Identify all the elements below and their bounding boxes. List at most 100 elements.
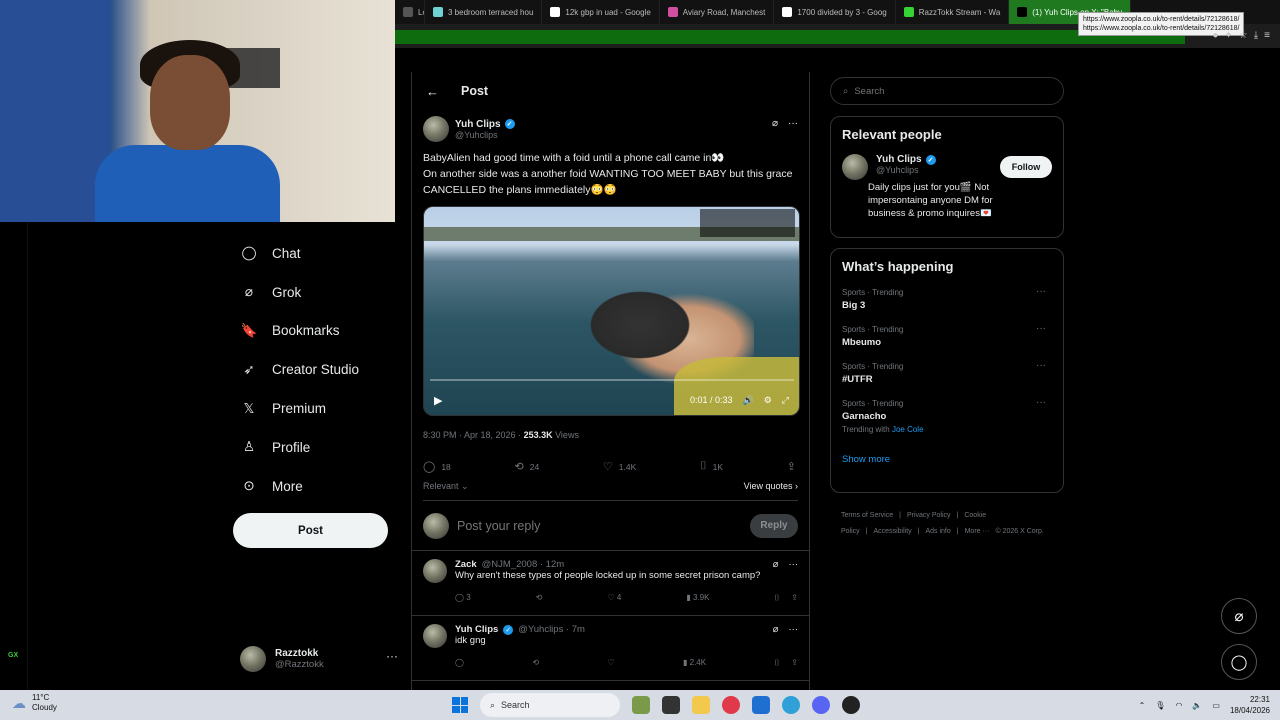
more-dots-icon[interactable]: ··· — [1036, 397, 1046, 408]
clock[interactable]: 22:31 18/04/2026 — [1230, 694, 1270, 716]
follow-button[interactable]: Follow — [1000, 156, 1052, 178]
nav-item-premium[interactable]: 𝕏 Premium — [240, 389, 359, 428]
footer-link[interactable]: Accessibility — [874, 528, 912, 535]
edge-icon[interactable] — [782, 696, 800, 714]
person-name-text[interactable]: Yuh Clips — [876, 154, 922, 165]
puzzle-icon[interactable]: ✦ — [1224, 30, 1232, 41]
author-avatar[interactable] — [423, 116, 449, 142]
share-icon[interactable]: ⇪ — [791, 658, 798, 668]
author-handle[interactable]: @Yuhclips — [455, 130, 515, 140]
nav-item-grok[interactable]: ⌀ Grok — [240, 273, 359, 312]
weather-widget[interactable]: ☁ 11°C Cloudy — [12, 693, 57, 713]
reply-author-handle[interactable]: @Yuhclips · 7m — [518, 624, 585, 635]
trend-item[interactable]: Sports · Trending #UTFR ··· — [842, 360, 1052, 385]
browser-tab[interactable]: 1700 divided by 3 - Goog — [774, 0, 896, 24]
reply-author-name[interactable]: Yuh Clips — [455, 624, 498, 635]
views-action[interactable]: ▮ 3.9K — [686, 593, 709, 603]
nav-item-more[interactable]: ⊙ More — [240, 467, 359, 506]
opera-icon[interactable] — [722, 696, 740, 714]
search-input[interactable] — [854, 85, 1035, 97]
bookmark-star-icon[interactable]: ☆ — [1239, 30, 1248, 41]
bookmark-icon[interactable]: ⌷ — [774, 658, 779, 668]
nav-item-chat[interactable]: ◯ Chat — [240, 234, 359, 273]
repost-action[interactable]: ⟲ — [536, 593, 543, 603]
relevant-person[interactable]: Yuh Clips ✓ @Yuhclips Daily clips just fo… — [842, 154, 1052, 220]
reply-action[interactable]: ◯ — [455, 658, 464, 668]
nav-item-bookmarks[interactable]: 🔖 Bookmarks — [240, 312, 359, 351]
grok-icon[interactable]: ⌀ — [773, 559, 779, 570]
file-explorer-icon[interactable] — [692, 696, 710, 714]
browser-tab[interactable]: 3 bedroom terraced hou — [425, 0, 543, 24]
video-player[interactable]: ▶ 0:01 / 0:33 🔊 ⚙ ⤢ — [423, 206, 800, 416]
tweet-timestamp[interactable]: 8:30 PM · Apr 18, 2026 · — [423, 430, 524, 440]
footer-link[interactable]: Terms of Service — [841, 512, 893, 519]
reply-author-handle[interactable]: @NJM_2008 · 12m — [482, 559, 565, 570]
footer-link[interactable]: Ads info — [925, 528, 950, 535]
more-dots-icon[interactable]: ··· — [788, 118, 798, 129]
nav-item-profile[interactable]: ♙ Profile — [240, 428, 359, 467]
reply-item[interactable]: Yuh Clips ✓ @Yuhclips · 7m ⌀ ··· idk gng ◯ ⟲ ♡… — [412, 616, 809, 681]
footer-link[interactable]: © 2026 X Corp. — [995, 528, 1043, 535]
reply-item[interactable]: Zack @NJM_2008 · 12m ⌀ ··· Why aren't these … — [412, 551, 809, 616]
reply-avatar[interactable] — [423, 559, 447, 583]
volume-icon[interactable]: 🔊 — [743, 395, 754, 406]
author-name[interactable]: Yuh Clips ✓ — [455, 119, 515, 130]
widgets-icon[interactable] — [632, 696, 650, 714]
task-view-icon[interactable] — [662, 696, 680, 714]
browser-tab[interactable]: 12k gbp in uad - Google — [542, 0, 660, 24]
browser-tab[interactable]: Aviary Road, Manchest — [660, 0, 775, 24]
download-icon[interactable]: ⤓ — [1254, 30, 1258, 41]
reply-input[interactable] — [457, 518, 742, 533]
settings-gear-icon[interactable]: ⚙ — [764, 395, 772, 406]
browser-tab[interactable]: Lo — [395, 0, 425, 24]
fullscreen-icon[interactable]: ⤢ — [782, 395, 789, 406]
like-action[interactable]: ♡ — [607, 658, 614, 668]
more-dots-icon[interactable]: ··· — [789, 559, 799, 570]
person-avatar[interactable] — [842, 154, 868, 180]
author-name-text[interactable]: Yuh Clips — [455, 119, 501, 130]
search-box[interactable]: ⌕ — [830, 77, 1064, 105]
microphone-icon[interactable]: 🎙 — [1155, 701, 1165, 710]
view-quotes-link[interactable]: View quotes › — [744, 481, 798, 492]
sort-dropdown[interactable]: Relevant ⌄ — [423, 481, 469, 492]
menu-icon[interactable]: ≡ — [1264, 30, 1270, 41]
reply-button[interactable]: Reply — [750, 513, 798, 538]
share-icon[interactable]: ⇪ — [791, 593, 798, 603]
reply-action[interactable]: ◯ 3 — [455, 593, 471, 603]
bookmark-icon[interactable]: ⌷ — [774, 593, 779, 603]
show-more-link[interactable]: Show more — [842, 454, 1052, 465]
trend-item[interactable]: Sports · Trending Garnacho Trending with J… — [842, 397, 1052, 434]
windows-start-icon[interactable] — [452, 697, 468, 713]
bookmark-action[interactable]: ⌷ 1K — [700, 460, 723, 473]
opera-gx-icon[interactable] — [842, 696, 860, 714]
reply-action[interactable]: ◯ 18 — [423, 460, 451, 473]
like-action[interactable]: ♡ 4 — [607, 593, 621, 603]
messages-fab-icon[interactable]: ◯ — [1221, 644, 1257, 680]
like-action[interactable]: ♡ 1.4K — [603, 460, 636, 473]
more-dots-icon[interactable]: ··· — [386, 649, 398, 663]
play-icon[interactable]: ▶ — [434, 394, 442, 407]
more-dots-icon[interactable]: ··· — [1036, 360, 1046, 371]
wifi-icon[interactable]: ◠ — [1175, 701, 1182, 710]
taskbar-search[interactable]: ⌕ Search — [480, 693, 620, 717]
post-button[interactable]: Post — [233, 513, 388, 548]
more-dots-icon[interactable]: ··· — [789, 624, 799, 635]
trend-item[interactable]: Sports · Trending Mbeumo ··· — [842, 323, 1052, 348]
browser-tab[interactable]: RazzTokk Stream - Wa — [896, 0, 1010, 24]
trend-sub-link[interactable]: Joe Cole — [892, 425, 924, 434]
grok-icon[interactable]: ⌀ — [772, 118, 778, 129]
chevron-up-icon[interactable]: ⌃ — [1139, 701, 1146, 710]
account-switcher[interactable]: Razztokk @Razztokk ··· — [240, 643, 400, 675]
views-action[interactable]: ▮ 2.4K — [683, 658, 706, 668]
reply-avatar[interactable] — [423, 624, 447, 648]
discord-icon[interactable] — [812, 696, 830, 714]
speaker-icon[interactable]: 🔈 — [1192, 701, 1202, 710]
share-action[interactable]: ⇪ — [787, 460, 796, 473]
nav-item-creator-studio[interactable]: ➶ Creator Studio — [240, 350, 359, 389]
repost-action[interactable]: ⟲ — [532, 658, 539, 668]
more-dots-icon[interactable]: ··· — [1036, 323, 1046, 334]
address-bar[interactable] — [395, 30, 1185, 44]
store-icon[interactable] — [752, 696, 770, 714]
footer-link[interactable]: More ··· — [965, 528, 990, 535]
extension-icon[interactable]: ● — [1212, 30, 1218, 41]
